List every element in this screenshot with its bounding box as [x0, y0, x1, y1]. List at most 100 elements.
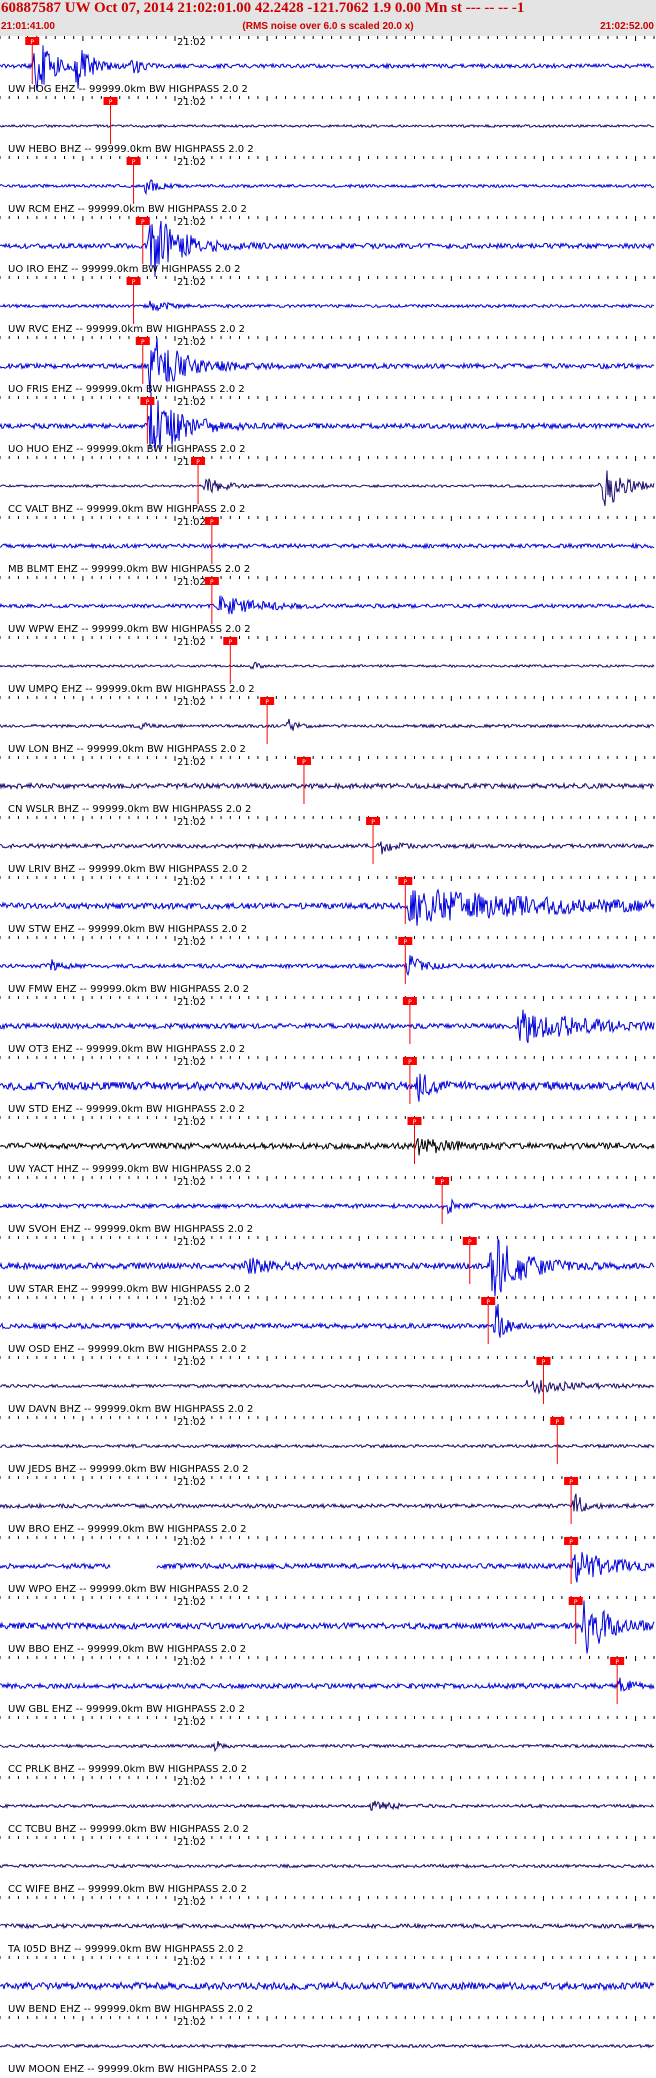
minute-label: 21:02: [177, 1537, 206, 1548]
waveform-trace: [0, 179, 655, 196]
minute-label: 21:02: [177, 517, 206, 528]
waveform-trace: [0, 1863, 655, 1869]
station-label: UW OSD EHZ -- 99999.0km BW HIGHPASS 2.0 …: [8, 1344, 247, 1355]
pick-flag-label: P: [486, 1299, 490, 1306]
pick-flag-label: P: [141, 219, 145, 226]
waveform-trace: [0, 1980, 655, 1992]
station-label: CC WIFE BHZ -- 99999.0km BW HIGHPASS 2.0…: [8, 1884, 247, 1895]
station-label: UW STW EHZ -- 99999.0km BW HIGHPASS 2.0 …: [8, 924, 247, 935]
station-label: MB BLMT EHZ -- 99999.0km BW HIGHPASS 2.0…: [8, 564, 250, 575]
station-label: UW STD EHZ -- 99999.0km BW HIGHPASS 2.0 …: [8, 1104, 245, 1115]
pick-flag-label: P: [132, 279, 136, 286]
pick-flag-label: P: [408, 999, 412, 1006]
minute-label: 21:02: [177, 1957, 206, 1968]
station-label: UW RCM EHZ -- 99999.0km BW HIGHPASS 2.0 …: [8, 204, 247, 215]
minute-label: 21:02: [177, 817, 206, 828]
station-label: UW OT3 EHZ -- 99999.0km BW HIGHPASS 2.0 …: [8, 1044, 245, 1055]
minute-label: 21:02: [177, 577, 206, 588]
pick-flag-label: P: [569, 1539, 573, 1546]
waveform-trace: [0, 2043, 654, 2049]
minute-label: 21:02: [177, 1777, 206, 1788]
station-label: UO FRIS EHZ -- 99999.0km BW HIGHPASS 2.0…: [8, 384, 245, 395]
pick-flag-label: P: [132, 159, 136, 166]
waveform-trace: [0, 1493, 655, 1512]
pick-flag-label: P: [141, 339, 145, 346]
pick-flag-label: P: [408, 1059, 412, 1066]
minute-label: 21:02: [177, 337, 206, 348]
waveform-trace: [0, 888, 655, 926]
waveform-trace: [0, 841, 655, 855]
station-label: CC VALT BHZ -- 99999.0km BW HIGHPASS 2.0…: [8, 504, 245, 515]
waveform-trace: [0, 1677, 655, 1692]
station-label: UW LRIV BHZ -- 99999.0km BW HIGHPASS 2.0…: [8, 864, 248, 875]
pick-flag-label: P: [413, 1119, 417, 1126]
minute-label: 21:02: [177, 697, 206, 708]
pick-flag-label: P: [210, 579, 214, 586]
waveform-trace: [0, 1740, 655, 1753]
pick-flag-label: P: [228, 639, 232, 646]
minute-label: 21:02: [177, 1417, 206, 1428]
station-label: TA I05D BHZ -- 99999.0km BW HIGHPASS 2.0…: [7, 1944, 244, 1955]
station-label: UW GBL EHZ -- 99999.0km BW HIGHPASS 2.0 …: [8, 1704, 245, 1715]
pick-flag-label: P: [371, 819, 375, 826]
waveform-trace: [0, 1379, 655, 1395]
pick-flag-label: P: [468, 1239, 472, 1246]
waveform-trace: [0, 1552, 655, 1583]
station-label: UW MOON EHZ -- 99999.0km BW HIGHPASS 2.0…: [8, 2064, 257, 2075]
waveform-trace: [0, 955, 655, 977]
waveform-trace: [0, 1138, 655, 1156]
station-label: UW BBO EHZ -- 99999.0km BW HIGHPASS 2.0 …: [8, 1644, 246, 1655]
pick-flag-label: P: [196, 459, 200, 466]
station-label: CC PRLK BHZ -- 99999.0km BW HIGHPASS 2.0…: [8, 1764, 247, 1775]
station-label: UO HUO EHZ -- 99999.0km BW HIGHPASS 2.0 …: [8, 444, 245, 455]
station-label: UW DAVN BHZ -- 99999.0km BW HIGHPASS 2.0…: [8, 1404, 253, 1415]
pick-flag-label: P: [569, 1479, 573, 1486]
minute-label: 21:02: [177, 1477, 206, 1488]
pick-flag-label: P: [403, 939, 407, 946]
waveform-trace: [0, 1922, 655, 1930]
minute-label: 21:02: [177, 637, 206, 648]
station-label: UW BEND EHZ -- 99999.0km BW HIGHPASS 2.0…: [8, 2004, 253, 2015]
minute-label: 21:02: [177, 1657, 206, 1668]
minute-label: 21:02: [177, 877, 206, 888]
waveform-trace: [0, 1800, 654, 1811]
station-label: UW JEDS BHZ -- 99999.0km BW HIGHPASS 2.0…: [8, 1464, 249, 1475]
pick-flag-label: P: [574, 1599, 578, 1606]
pick-flag-label: P: [555, 1419, 559, 1426]
waveform-trace: [0, 718, 655, 731]
minute-label: 21:02: [177, 277, 206, 288]
minute-label: 21:02: [177, 1597, 206, 1608]
station-label: UW YACT HHZ -- 99999.0km BW HIGHPASS 2.0…: [8, 1164, 251, 1175]
pick-flag-label: P: [440, 1179, 444, 1186]
minute-label: 21:02: [177, 1177, 206, 1188]
waveform-trace: [0, 1009, 655, 1044]
waveform-trace: [0, 1303, 655, 1338]
minute-label: 21:02: [177, 97, 206, 108]
waveform-trace: [0, 470, 655, 506]
minute-label: 21:02: [177, 757, 206, 768]
station-label: UW RVC EHZ -- 99999.0km BW HIGHPASS 2.0 …: [8, 324, 245, 335]
minute-label: 21:02: [177, 1117, 206, 1128]
station-label: UW SVOH EHZ -- 99999.0km BW HIGHPASS 2.0…: [8, 1224, 253, 1235]
station-label: UW WPO EHZ -- 99999.0km BW HIGHPASS 2.0 …: [8, 1584, 249, 1595]
minute-label: 21:02: [177, 157, 206, 168]
minute-label: 21:02: [177, 397, 206, 408]
pick-flag-label: P: [542, 1359, 546, 1366]
pick-flag-label: P: [210, 519, 214, 526]
pick-flag-label: P: [30, 39, 34, 46]
minute-label: 21:02: [177, 1717, 206, 1728]
minute-label: 21:02: [177, 217, 206, 228]
pick-flag-label: P: [109, 99, 113, 106]
minute-label: 21:02: [177, 2017, 206, 2028]
station-label: UW UMPQ EHZ -- 99999.0km BW HIGHPASS 2.0…: [8, 684, 255, 695]
waveform-trace: [0, 595, 655, 615]
event-title: 60887587 UW Oct 07, 2014 21:02:01.00 42.…: [1, 0, 525, 16]
pick-flag-label: P: [146, 399, 150, 406]
station-label: UW WPW EHZ -- 99999.0km BW HIGHPASS 2.0 …: [8, 624, 251, 635]
waveform-trace: [0, 1198, 655, 1215]
station-label: CN WSLR BHZ -- 99999.0km BW HIGHPASS 2.0…: [8, 804, 251, 815]
minute-label: 21:02: [177, 1237, 206, 1248]
rms-note: (RMS noise over 6.0 s scaled 20.0 x): [242, 21, 414, 32]
waveform-trace: [0, 661, 655, 671]
waveform-trace: [0, 123, 655, 129]
